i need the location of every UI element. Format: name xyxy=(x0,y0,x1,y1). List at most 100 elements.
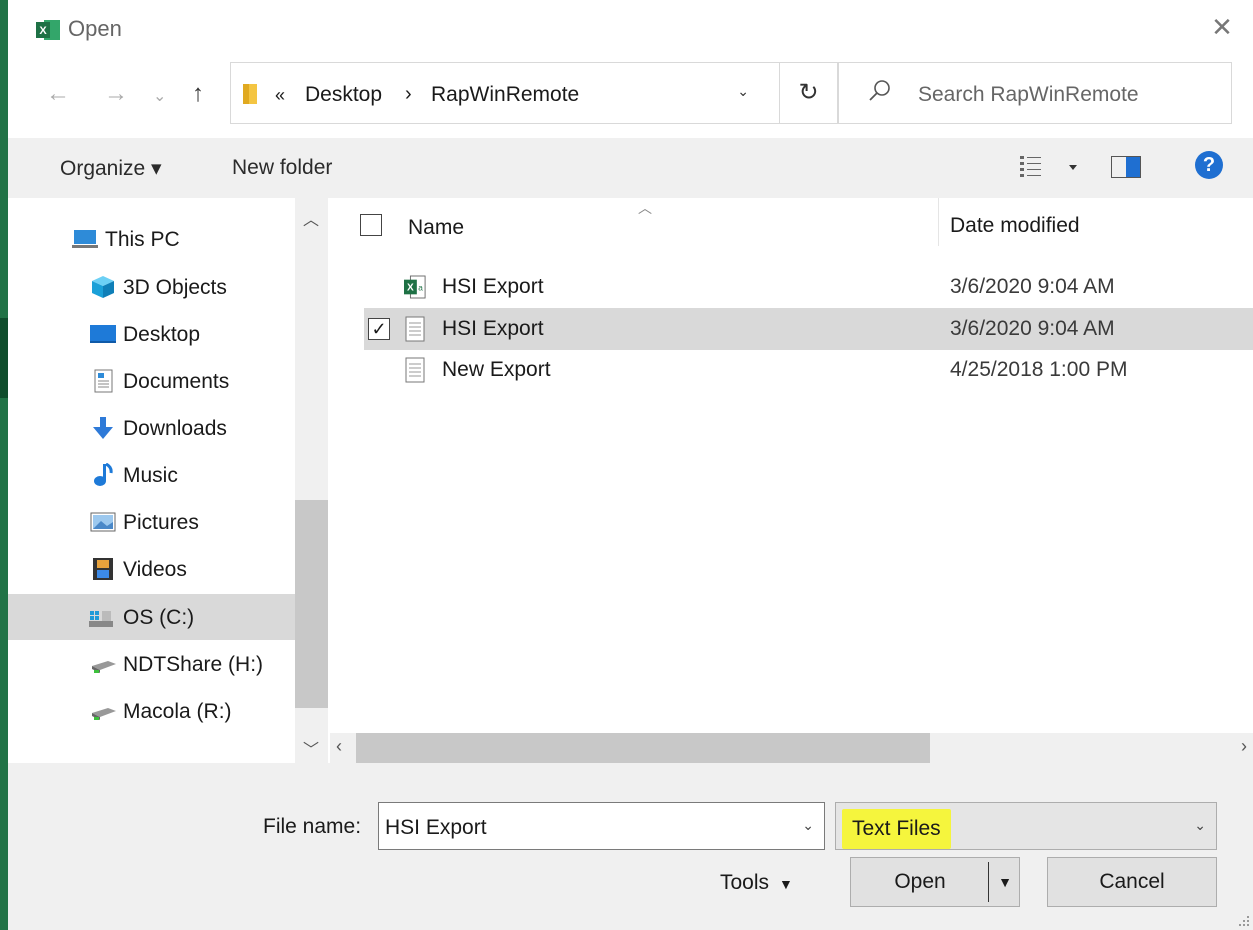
new-folder-button[interactable]: New folder xyxy=(232,156,332,180)
sort-indicator-icon: ︿ xyxy=(638,200,652,216)
sidebar-item-music[interactable]: Music xyxy=(8,452,295,498)
recent-locations-chevron-icon[interactable]: ⌄ xyxy=(153,86,166,106)
sidebar-item-label: This PC xyxy=(105,228,180,251)
search-input[interactable]: Search RapWinRemote xyxy=(918,83,1139,107)
file-name: New Export xyxy=(442,358,551,381)
documents-icon xyxy=(94,369,113,393)
computer-icon xyxy=(72,230,98,248)
title-bar: X Open ✕ xyxy=(8,0,1253,58)
breadcrumb-desktop[interactable]: Desktop xyxy=(305,83,382,107)
sidebar-item-label: OS (C:) xyxy=(123,606,195,629)
sidebar-scroll-thumb[interactable] xyxy=(295,500,328,708)
help-icon[interactable]: ? xyxy=(1195,151,1223,179)
cancel-button[interactable]: Cancel xyxy=(1047,857,1217,907)
sidebar-item-this-pc[interactable]: This PC xyxy=(8,216,295,262)
file-date: 4/25/2018 1:00 PM xyxy=(950,358,1128,381)
sidebar-item-os-c[interactable]: OS (C:) xyxy=(8,594,295,640)
cube-icon xyxy=(92,276,114,298)
navigation-bar: ← → ⌄ ↑ « Desktop › RapWinRemote ⌄ ↻ Sea… xyxy=(8,62,1253,128)
svg-text:a: a xyxy=(418,284,423,293)
horizontal-scrollbar[interactable]: ‹ › xyxy=(330,733,1253,763)
sidebar-item-label: Downloads xyxy=(123,417,227,440)
back-arrow-icon[interactable]: ← xyxy=(46,80,70,108)
network-drive-icon xyxy=(92,708,116,720)
breadcrumb-overflow[interactable]: « xyxy=(275,85,285,106)
window-title: Open xyxy=(68,16,122,41)
horizontal-scroll-thumb[interactable] xyxy=(356,733,930,763)
file-name-field[interactable]: HSI Export ⌄ xyxy=(378,802,825,850)
sidebar-item-label: Videos xyxy=(123,558,187,581)
open-dialog: X Open ✕ ← → ⌄ ↑ « Desktop › RapWinRemot… xyxy=(8,0,1253,930)
file-type-select[interactable]: Text Files ⌄ xyxy=(835,802,1217,850)
view-options-icon[interactable] xyxy=(1019,154,1079,180)
file-type-value: Text Files xyxy=(842,809,951,849)
sidebar-item-desktop[interactable]: Desktop xyxy=(8,311,295,357)
file-name: HSI Export xyxy=(442,275,544,298)
address-dropdown-chevron-icon[interactable]: ⌄ xyxy=(737,83,749,100)
dialog-footer: File name: HSI Export ⌄ Text Files ⌄ Too… xyxy=(8,763,1253,930)
open-button-label: Open xyxy=(894,870,946,893)
sidebar-item-documents[interactable]: Documents xyxy=(8,358,295,404)
column-header-date-modified[interactable]: Date modified xyxy=(950,214,1080,238)
sidebar-item-ndtshare[interactable]: NDTShare (H:) xyxy=(8,641,295,687)
excel-app-icon: X xyxy=(36,20,60,40)
select-all-checkbox[interactable] xyxy=(360,214,382,236)
organize-menu[interactable]: Organize ▾ xyxy=(60,156,162,181)
sidebar-scrollbar[interactable]: ︿ ﹀ xyxy=(295,198,328,763)
breadcrumb-separator[interactable]: › xyxy=(405,83,412,106)
file-date: 3/6/2020 9:04 AM xyxy=(950,317,1115,340)
search-box[interactable]: Search RapWinRemote xyxy=(837,62,1232,124)
sidebar-item-label: Music xyxy=(123,464,178,487)
scroll-down-arrow-icon[interactable]: ﹀ xyxy=(303,736,319,760)
drive-icon xyxy=(89,611,113,627)
address-bar[interactable]: « Desktop › RapWinRemote ⌄ xyxy=(230,62,780,124)
navigation-pane: This PC 3D Objects Desktop Documents Dow… xyxy=(8,198,328,763)
text-file-icon xyxy=(405,316,425,342)
up-arrow-icon[interactable]: ↑ xyxy=(192,80,204,108)
column-headers: ︿ Name Date modified xyxy=(330,198,1253,260)
sidebar-item-label: Documents xyxy=(123,370,230,393)
file-row[interactable]: New Export 4/25/2018 1:00 PM xyxy=(364,349,1253,391)
file-row[interactable]: ✓ HSI Export 3/6/2020 9:04 AM xyxy=(364,308,1253,350)
folder-icon xyxy=(243,84,257,104)
file-name-label: File name: xyxy=(263,815,362,838)
open-button[interactable]: Open ▼ xyxy=(850,857,1020,907)
file-name-chevron-icon[interactable]: ⌄ xyxy=(802,817,814,834)
text-file-icon xyxy=(405,357,425,383)
close-icon[interactable]: ✕ xyxy=(1209,14,1235,40)
scroll-up-arrow-icon[interactable]: ︿ xyxy=(303,206,319,230)
scroll-left-arrow-icon[interactable]: ‹ xyxy=(336,736,342,757)
excel-window-edge xyxy=(0,0,8,930)
open-options-dropdown-icon[interactable]: ▼ xyxy=(998,858,1012,906)
command-toolbar: Organize ▾ New folder ? xyxy=(8,138,1253,198)
music-icon xyxy=(94,463,113,486)
tools-menu[interactable]: Tools ▼ xyxy=(720,871,793,895)
download-icon xyxy=(93,417,113,439)
file-row[interactable]: X a HSI Export 3/6/2020 9:04 AM xyxy=(364,266,1253,308)
sidebar-item-macola[interactable]: Macola (R:) xyxy=(8,688,295,734)
sidebar-item-3d-objects[interactable]: 3D Objects xyxy=(8,264,295,310)
column-header-name[interactable]: Name xyxy=(408,216,464,240)
row-checkbox[interactable]: ✓ xyxy=(368,318,390,340)
excel-file-icon: X a xyxy=(404,275,426,299)
sidebar-item-label: Desktop xyxy=(123,323,201,346)
breadcrumb-rapwinremote[interactable]: RapWinRemote xyxy=(431,83,579,107)
sidebar-item-videos[interactable]: Videos xyxy=(8,546,295,592)
search-icon xyxy=(869,80,890,101)
file-type-chevron-icon[interactable]: ⌄ xyxy=(1194,817,1206,834)
sidebar-item-downloads[interactable]: Downloads xyxy=(8,405,295,451)
tools-dropdown-icon: ▼ xyxy=(779,876,793,892)
svg-text:X: X xyxy=(39,25,47,37)
resize-grip-icon[interactable] xyxy=(1237,914,1249,926)
sidebar-item-label: Pictures xyxy=(123,511,199,534)
desktop-icon xyxy=(90,325,116,343)
file-date: 3/6/2020 9:04 AM xyxy=(950,275,1115,298)
sidebar-item-label: 3D Objects xyxy=(123,276,227,299)
preview-pane-icon[interactable] xyxy=(1111,156,1141,178)
file-name: HSI Export xyxy=(442,317,544,340)
file-name-value[interactable]: HSI Export xyxy=(385,816,487,840)
forward-arrow-icon[interactable]: → xyxy=(104,80,128,108)
scroll-right-arrow-icon[interactable]: › xyxy=(1241,736,1247,757)
refresh-button[interactable]: ↻ xyxy=(779,62,839,124)
sidebar-item-pictures[interactable]: Pictures xyxy=(8,499,295,545)
